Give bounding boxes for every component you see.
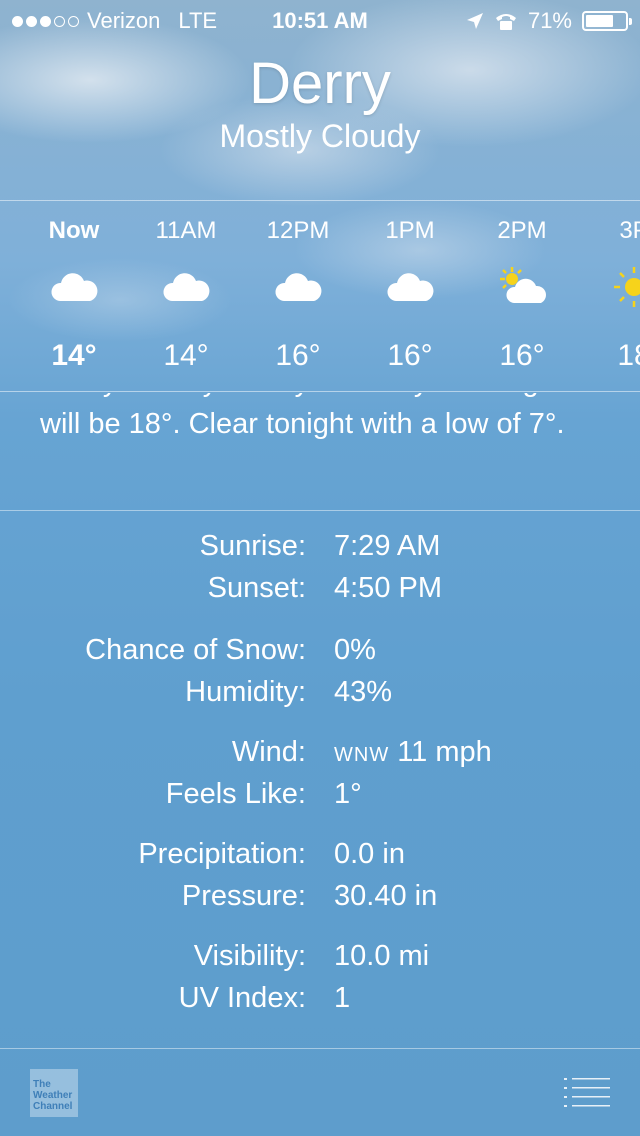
hourly-forecast[interactable]: Now 14° 11AM 14° 12PM 16° 1PM 16° 2PM 16… bbox=[0, 200, 640, 392]
detail-feels-like: Feels Like: 1° bbox=[0, 774, 640, 816]
hour-item-11am: 11AM 14° bbox=[126, 201, 246, 391]
hour-label: 12PM bbox=[266, 217, 330, 244]
detail-value: WNW 11 mph bbox=[334, 736, 492, 769]
location-arrow-icon bbox=[466, 13, 483, 29]
detail-value: 4:50 PM bbox=[334, 572, 442, 604]
cloud-icon bbox=[163, 273, 210, 301]
detail-humidity: Humidity: 43% bbox=[0, 672, 640, 714]
cloud-icon bbox=[387, 273, 434, 301]
city-name: Derry bbox=[249, 51, 391, 116]
list-icon[interactable] bbox=[564, 1077, 610, 1107]
hour-item-3pm: 3P 18 bbox=[574, 201, 640, 391]
hour-temp: 16° bbox=[499, 339, 545, 372]
alarm-phone-icon bbox=[495, 14, 516, 30]
status-right: 71% bbox=[466, 8, 632, 34]
battery-icon bbox=[582, 11, 632, 31]
detail-value: 10.0 mi bbox=[334, 940, 430, 972]
detail-label: Humidity: bbox=[185, 676, 306, 708]
detail-label: Precipitation: bbox=[138, 838, 306, 870]
detail-label: Sunrise: bbox=[199, 530, 306, 562]
battery-fill bbox=[586, 15, 613, 27]
detail-value: 43% bbox=[334, 676, 393, 708]
hour-item-now: Now 14° bbox=[14, 201, 134, 391]
current-condition: Mostly Cloudy bbox=[219, 118, 421, 154]
hour-item-2pm: 2PM 16° bbox=[462, 201, 582, 391]
hour-item-12pm: 12PM 16° bbox=[238, 201, 358, 391]
detail-label: UV Index: bbox=[178, 982, 306, 1014]
logo-line: Weather bbox=[33, 1090, 73, 1101]
logo-line: The bbox=[33, 1079, 51, 1090]
hour-label: 3P bbox=[619, 217, 640, 244]
summary-text: Today: Mostly cloudy currently. The high… bbox=[40, 393, 565, 440]
detail-visibility: Visibility: 10.0 mi bbox=[0, 936, 640, 978]
detail-label: Chance of Snow: bbox=[85, 634, 306, 666]
hour-temp: 16° bbox=[387, 339, 433, 372]
detail-label: Sunset: bbox=[207, 572, 306, 604]
detail-wind: Wind: WNW 11 mph bbox=[0, 732, 640, 774]
hour-temp: 18 bbox=[617, 339, 640, 372]
detail-sunset: Sunset: 4:50 PM bbox=[0, 568, 640, 610]
detail-label: Pressure: bbox=[181, 880, 306, 912]
footer-bar: The Weather Channel bbox=[0, 1048, 640, 1136]
weather-channel-logo[interactable]: The Weather Channel bbox=[30, 1069, 78, 1117]
detail-value: 1 bbox=[334, 982, 351, 1014]
detail-precipitation: Precipitation: 0.0 in bbox=[0, 834, 640, 876]
detail-value: 1° bbox=[334, 778, 362, 810]
detail-uv-index: UV Index: 1 bbox=[0, 978, 640, 1020]
wind-direction: WNW bbox=[334, 744, 390, 766]
hour-label: Now bbox=[48, 217, 100, 244]
cloud-icon bbox=[275, 273, 322, 301]
logo-line: Channel bbox=[33, 1101, 73, 1112]
detail-value: 0% bbox=[334, 634, 376, 666]
daily-summary[interactable]: Today: Mostly cloudy currently. The high… bbox=[0, 393, 640, 511]
hour-label: 2PM bbox=[497, 217, 547, 244]
detail-chance-of-snow: Chance of Snow: 0% bbox=[0, 630, 640, 672]
partly-sunny-icon bbox=[500, 267, 546, 303]
hour-temp: 14° bbox=[163, 339, 209, 372]
sun-icon bbox=[614, 267, 640, 307]
detail-sunrise: Sunrise: 7:29 AM bbox=[0, 526, 640, 568]
detail-value: 0.0 in bbox=[334, 838, 405, 870]
hour-temp: 16° bbox=[275, 339, 321, 372]
battery-percent: 71% bbox=[527, 8, 572, 33]
detail-pressure: Pressure: 30.40 in bbox=[0, 876, 640, 918]
wind-speed: 11 mph bbox=[397, 736, 492, 768]
cloud-icon bbox=[51, 273, 98, 301]
detail-value: 7:29 AM bbox=[334, 530, 441, 562]
status-bar: Verizon LTE 10:51 AM 71% bbox=[0, 0, 640, 40]
detail-label: Visibility: bbox=[193, 940, 306, 972]
hour-temp: 14° bbox=[51, 339, 97, 372]
hour-label: 1PM bbox=[385, 217, 435, 244]
hour-item-1pm: 1PM 16° bbox=[350, 201, 470, 391]
detail-value: 30.40 in bbox=[334, 880, 438, 912]
hour-label: 11AM bbox=[155, 217, 217, 244]
detail-label: Wind: bbox=[231, 736, 306, 768]
detail-label: Feels Like: bbox=[165, 778, 306, 810]
